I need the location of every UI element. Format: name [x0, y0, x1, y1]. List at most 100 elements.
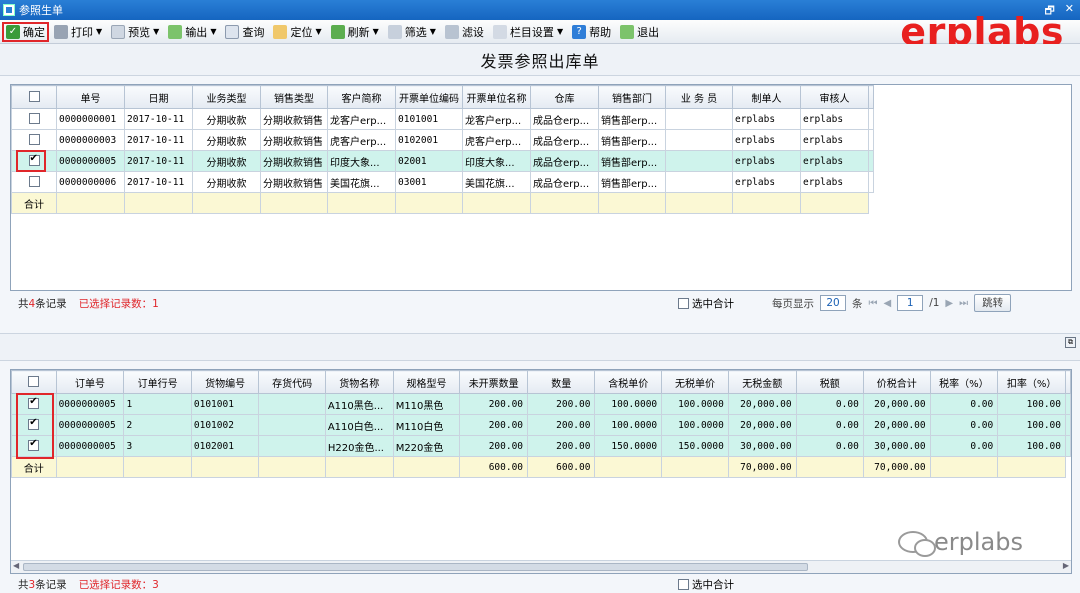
table-cell — [665, 129, 733, 151]
scroll-right-icon[interactable]: ▶ — [1063, 561, 1069, 570]
total-cell — [800, 192, 869, 214]
locate-button[interactable]: 定位 ▼ — [269, 22, 325, 42]
preview-button[interactable]: 预览 ▼ — [107, 22, 163, 42]
column-header[interactable]: 审核人 — [800, 85, 869, 109]
table-cell: 销售部erp... — [598, 150, 666, 172]
column-header[interactable]: 规格型号 — [392, 370, 461, 394]
table-cell: 龙客户erp... — [327, 108, 396, 130]
table-row[interactable]: 0000000003 2017-10-11 分期收款 分期收款销售 虎客户erp... 0… — [11, 129, 874, 151]
table-row[interactable]: 000000000510101001A110黑色...M110黑色200.002… — [11, 393, 1071, 415]
query-button[interactable]: 查询 — [221, 22, 268, 42]
column-header[interactable]: 开票单位名称 — [462, 85, 531, 109]
row-checkbox[interactable] — [11, 171, 57, 193]
export-button[interactable]: 输出 ▼ — [164, 22, 220, 42]
column-header[interactable]: 税率（%） — [929, 370, 999, 394]
scroll-thumb[interactable] — [23, 563, 808, 571]
row-checkbox[interactable] — [11, 414, 57, 436]
table-row[interactable]: 0000000001 2017-10-11 分期收款 分期收款销售 龙客户erp... 0… — [11, 108, 874, 130]
table-cell: 分期收款 — [192, 150, 261, 172]
filter-button[interactable]: 筛选 ▼ — [384, 22, 440, 42]
table-cell — [258, 414, 326, 436]
column-header[interactable]: 仓库 — [530, 85, 599, 109]
filter-settings-button[interactable]: 滤设 — [441, 22, 488, 42]
table-cell: erplabs — [732, 150, 801, 172]
select-sum-toggle[interactable]: 选中合计 — [678, 577, 734, 592]
first-page-icon[interactable]: ⏮ — [869, 298, 878, 309]
column-header[interactable]: 销售类型 — [260, 85, 328, 109]
panel-splitter[interactable]: ⧉ — [0, 333, 1080, 361]
table-cell: 美国花旗... — [327, 171, 396, 193]
table-row[interactable]: 0000000006 2017-10-11 分期收款 分期收款销售 美国花旗... 030… — [11, 171, 874, 193]
refresh-button[interactable]: 刷新 ▼ — [327, 22, 383, 42]
per-page-input[interactable]: 20 — [820, 295, 846, 311]
column-header[interactable]: 扣率（%） — [997, 370, 1066, 394]
table-row[interactable]: 000000000530102001H220金色...M220金色200.002… — [11, 435, 1071, 457]
table-cell: 分期收款销售 — [260, 108, 328, 130]
scroll-left-icon[interactable]: ◀ — [13, 561, 19, 570]
column-header[interactable]: 存货代码 — [258, 370, 326, 394]
table-row[interactable]: 00000000052017-10-11分期收款分期收款销售印度大象...020… — [11, 150, 874, 172]
column-header[interactable]: 销售部门 — [598, 85, 666, 109]
table-cell: 200.00 — [527, 393, 596, 415]
chevron-down-icon[interactable]: ▼ — [153, 27, 159, 36]
select-sum-checkbox[interactable] — [678, 297, 689, 309]
row-checkbox[interactable] — [11, 150, 57, 172]
confirm-button[interactable]: ✓ 确定 — [2, 21, 49, 42]
table-cell: 2017-10-11 — [124, 171, 193, 193]
last-page-icon[interactable]: ⏭ — [959, 298, 968, 309]
column-header[interactable]: 客户简称 — [327, 85, 396, 109]
column-settings-button[interactable]: 栏目设置 ▼ — [489, 22, 567, 42]
table-cell: 虎客户erp... — [462, 129, 531, 151]
column-header[interactable]: 业 务 员 — [665, 85, 733, 109]
column-header[interactable]: 价税合计 — [862, 370, 931, 394]
column-header[interactable]: 无税金额 — [727, 370, 797, 394]
row-checkbox[interactable] — [11, 393, 57, 415]
column-header[interactable]: 税额 — [795, 370, 864, 394]
column-header[interactable]: 数量 — [527, 370, 596, 394]
total-cell — [260, 192, 328, 214]
row-checkbox[interactable] — [11, 108, 57, 130]
chevron-down-icon[interactable]: ▼ — [430, 27, 436, 36]
column-header[interactable]: 单号 — [56, 85, 125, 109]
table-row[interactable]: 000000000520101002A110白色...M110白色200.002… — [11, 414, 1071, 436]
total-cell — [123, 456, 192, 478]
chevron-down-icon[interactable]: ▼ — [210, 27, 216, 36]
chevron-down-icon[interactable]: ▼ — [373, 27, 379, 36]
table-cell: 20,000.00 — [727, 393, 797, 415]
select-sum-checkbox[interactable] — [678, 579, 689, 590]
next-page-icon[interactable]: ▶ — [945, 298, 953, 309]
chevron-down-icon[interactable]: ▼ — [557, 27, 563, 36]
print-button[interactable]: 打印 ▼ — [50, 22, 106, 42]
close-icon[interactable]: ✕ — [1065, 2, 1074, 21]
column-header[interactable]: 订单号 — [55, 370, 125, 394]
row-checkbox[interactable] — [11, 435, 57, 457]
column-header[interactable]: 未开票数量 — [459, 370, 529, 394]
select-sum-toggle[interactable]: 选中合计 — [678, 296, 734, 311]
select-all-checkbox[interactable] — [11, 85, 57, 109]
table-cell: 100.0000 — [661, 414, 729, 436]
row-checkbox[interactable] — [11, 129, 57, 151]
column-header[interactable]: 货物编号 — [190, 370, 260, 394]
column-header[interactable]: 订单行号 — [123, 370, 192, 394]
table-cell: 0.00 — [795, 435, 864, 457]
column-header[interactable]: 货物名称 — [324, 370, 394, 394]
maximize-icon[interactable]: ⧉ — [1065, 337, 1076, 348]
horizontal-scrollbar[interactable]: ◀ ▶ — [11, 560, 1071, 573]
column-header[interactable]: 业务类型 — [192, 85, 261, 109]
column-header[interactable]: 无税单价 — [661, 370, 729, 394]
prev-page-icon[interactable]: ◀ — [884, 298, 892, 309]
help-button[interactable]: ? 帮助 — [568, 22, 615, 42]
page-number-input[interactable]: 1 — [897, 295, 924, 311]
chevron-down-icon[interactable]: ▼ — [315, 27, 321, 36]
column-header[interactable]: 日期 — [124, 85, 193, 109]
column-header[interactable]: 制单人 — [732, 85, 801, 109]
column-header[interactable]: 开票单位编码 — [395, 85, 463, 109]
table-cell: 0.00 — [795, 393, 864, 415]
select-all-checkbox[interactable] — [11, 370, 57, 394]
exit-button[interactable]: 退出 — [616, 22, 663, 42]
jump-button[interactable]: 跳转 — [974, 294, 1012, 312]
table-cell: 成品仓erp... — [530, 171, 599, 193]
chevron-down-icon[interactable]: ▼ — [96, 27, 102, 36]
filter-settings-icon — [444, 24, 459, 39]
column-header[interactable]: 含税单价 — [594, 370, 663, 394]
